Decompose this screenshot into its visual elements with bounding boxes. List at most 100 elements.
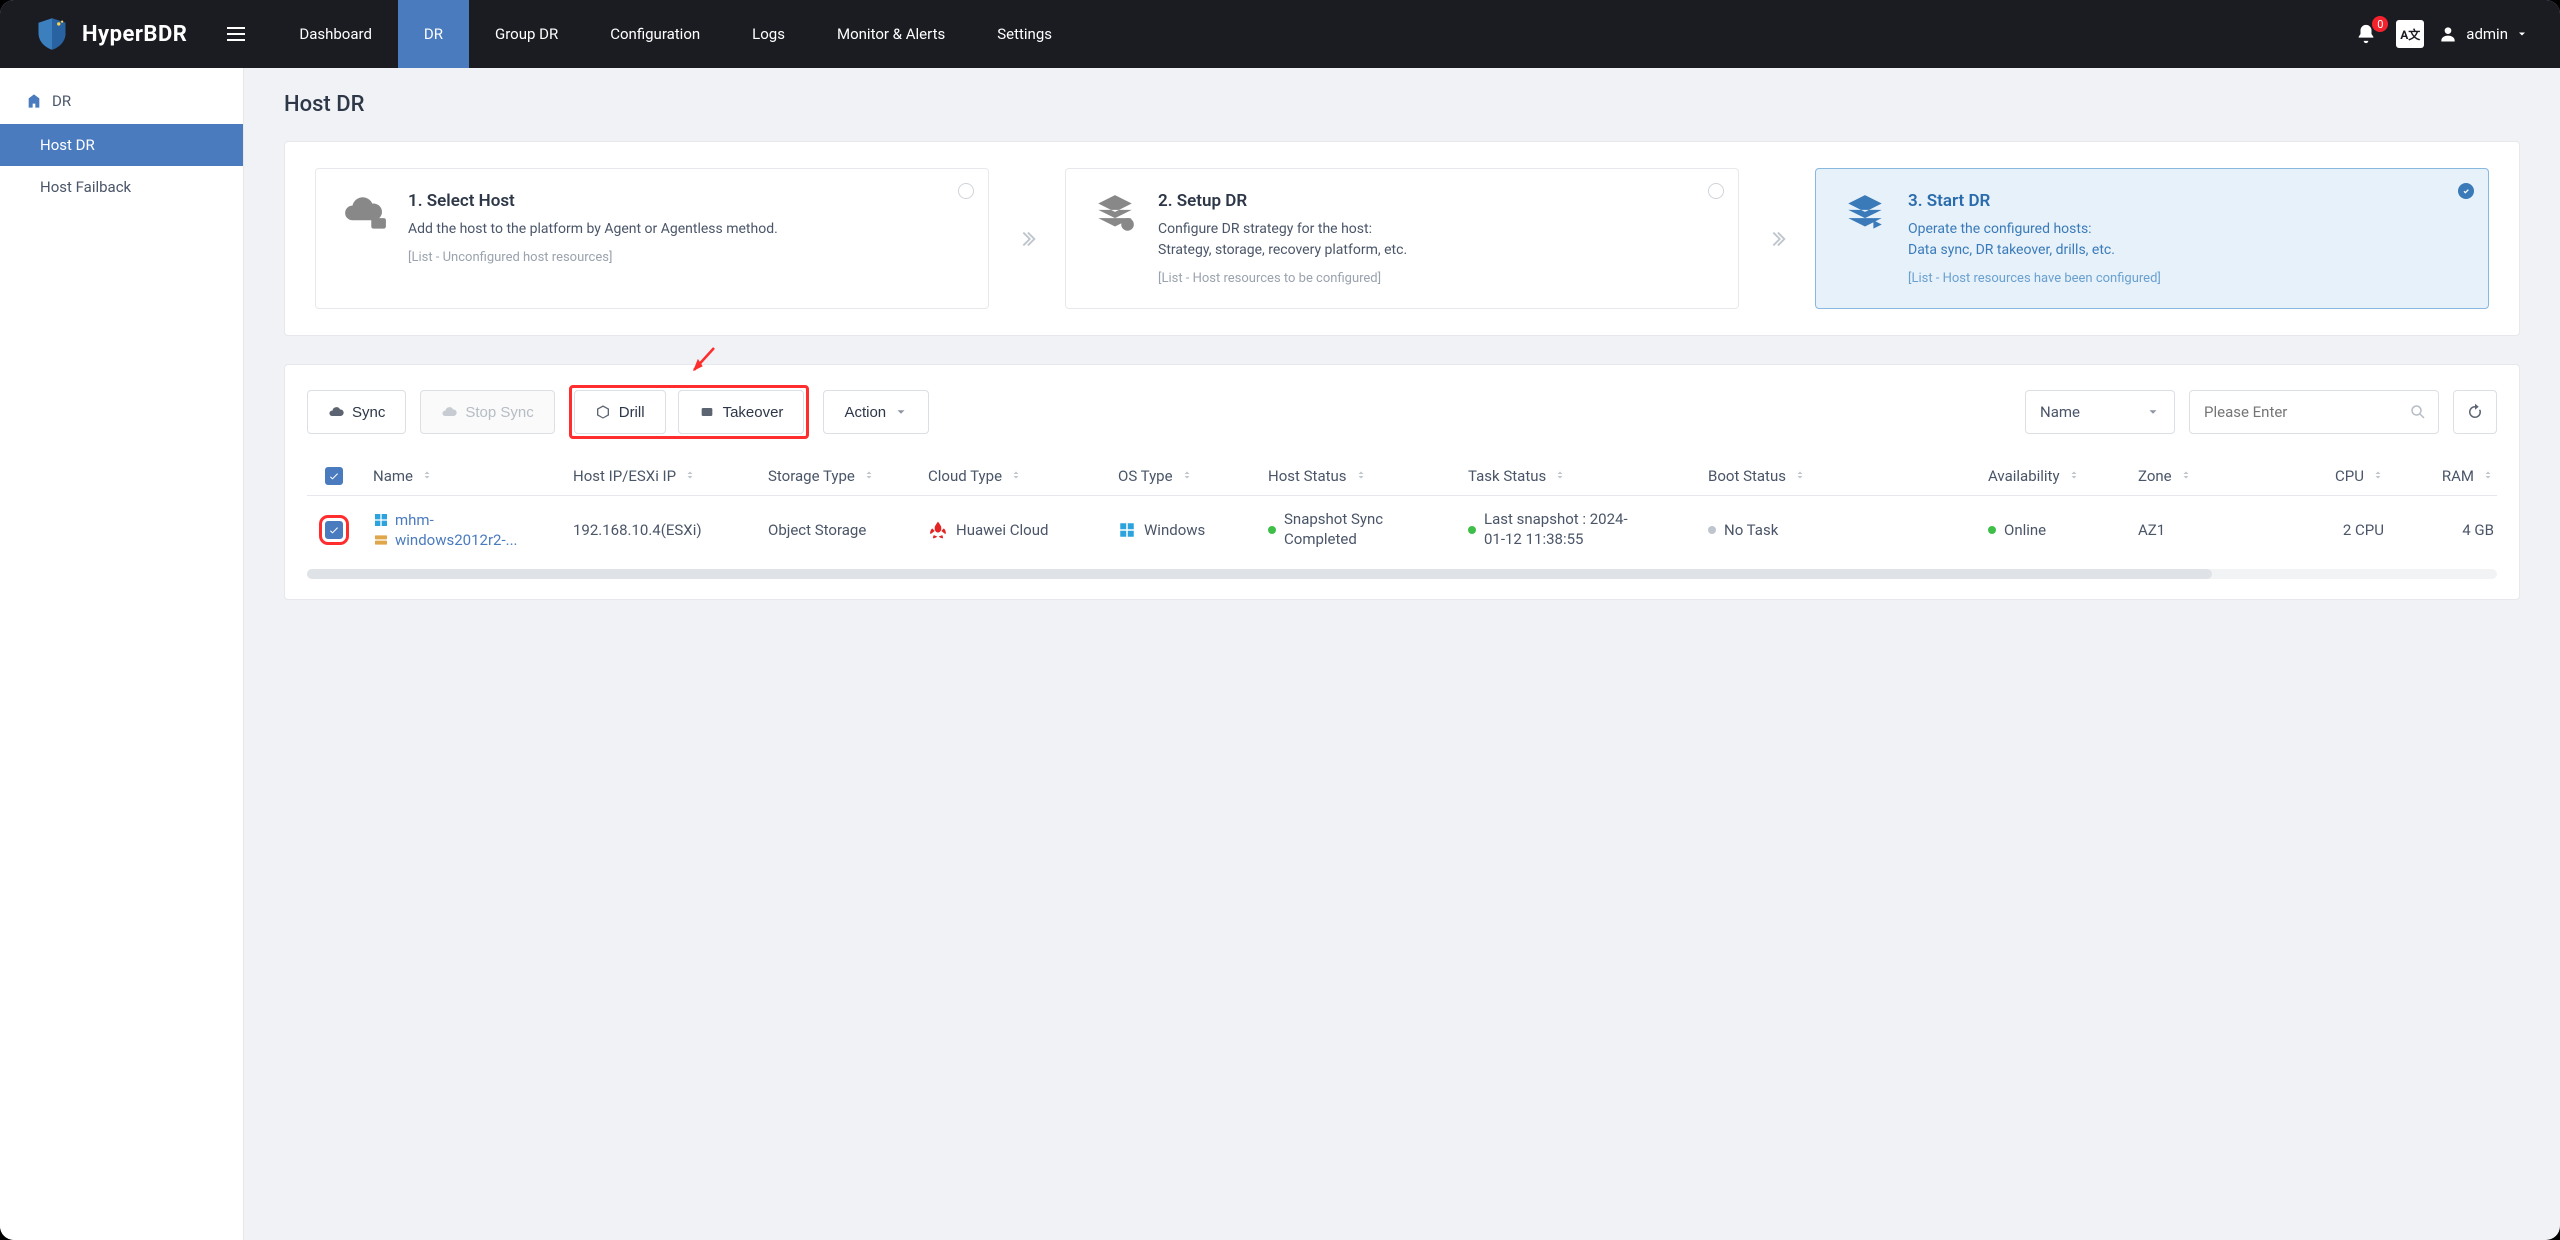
server-small-icon (373, 532, 389, 548)
user-avatar-icon (2438, 24, 2458, 44)
refresh-icon (2466, 403, 2484, 421)
caret-down-icon (2516, 28, 2528, 40)
step-arrow-icon (1761, 168, 1793, 309)
table-card: Sync Stop Sync (284, 364, 2520, 600)
status-dot-icon (1708, 526, 1716, 534)
step-status-icon (1708, 183, 1724, 199)
step-status-icon (958, 183, 974, 199)
nav-item-monitor-alerts[interactable]: Monitor & Alerts (811, 0, 971, 68)
sidebar-group: DR (0, 78, 243, 124)
chevron-down-icon (894, 405, 908, 419)
cell-cloud-type: Huawei Cloud (916, 520, 1106, 540)
user-name: admin (2466, 25, 2508, 43)
sync-button[interactable]: Sync (307, 390, 406, 434)
step-title: 1. Select Host (408, 191, 962, 211)
cloud-off-icon (441, 404, 457, 420)
nav-item-settings[interactable]: Settings (971, 0, 1078, 68)
cell-os-type: Windows (1106, 521, 1256, 539)
nav-items: DashboardDRGroup DRConfigurationLogsMoni… (273, 0, 1078, 68)
status-dot-icon (1988, 526, 1996, 534)
windows-small-icon (373, 512, 389, 528)
cell-task-status: Last snapshot : 2024-01-12 11:38:55 (1456, 510, 1696, 549)
cell-zone: AZ1 (2126, 521, 2286, 539)
th-availability[interactable]: Availability (1988, 467, 2060, 485)
scrollbar-thumb[interactable] (307, 569, 2212, 579)
horizontal-scrollbar[interactable] (307, 569, 2497, 579)
nav-item-dashboard[interactable]: Dashboard (273, 0, 398, 68)
table-row: mhm- windows2012r2-... 192.168.10.4(ESXi… (307, 496, 2497, 563)
row-checkbox[interactable] (325, 521, 343, 539)
cube-icon (595, 404, 611, 420)
cell-storage-type: Object Storage (756, 521, 916, 539)
cloud-icon (328, 404, 344, 420)
host-name-link[interactable]: mhm- windows2012r2-... (373, 511, 549, 549)
th-host-ip[interactable]: Host IP/ESXi IP (573, 467, 676, 485)
th-storage-type[interactable]: Storage Type (768, 467, 855, 485)
step-list-hint: [List - Unconfigured host resources] (408, 250, 962, 265)
drill-button[interactable]: Drill (574, 390, 666, 434)
nav-item-configuration[interactable]: Configuration (584, 0, 726, 68)
cell-host-status: Snapshot SyncCompleted (1256, 510, 1456, 549)
th-host-status[interactable]: Host Status (1268, 467, 1347, 485)
th-boot-status[interactable]: Boot Status (1708, 467, 1786, 485)
step-title: 3. Start DR (1908, 191, 2462, 211)
step-desc: Configure DR strategy for the host:Strat… (1158, 219, 1712, 261)
cell-availability: Online (1976, 521, 2126, 539)
step-3[interactable]: 3. Start DR Operate the configured hosts… (1815, 168, 2489, 309)
notification-count: 0 (2372, 16, 2388, 32)
building-icon (26, 93, 42, 109)
sidebar-group-label: DR (52, 92, 71, 110)
brand-name: HyperBDR (82, 22, 187, 47)
brand-shield-icon (34, 16, 70, 52)
step-icon (342, 191, 388, 237)
menu-toggle-icon[interactable] (213, 0, 259, 68)
th-os-type[interactable]: OS Type (1118, 467, 1173, 485)
th-task-status[interactable]: Task Status (1468, 467, 1546, 485)
top-nav: HyperBDR DashboardDRGroup DRConfiguratio… (0, 0, 2560, 68)
takeover-icon (699, 404, 715, 420)
th-zone[interactable]: Zone (2138, 467, 2172, 485)
steps-card: 1. Select Host Add the host to the platf… (284, 141, 2520, 336)
step-desc: Operate the configured hosts:Data sync, … (1908, 219, 2462, 261)
nav-item-group-dr[interactable]: Group DR (469, 0, 584, 68)
th-cloud-type[interactable]: Cloud Type (928, 467, 1002, 485)
stop-sync-button: Stop Sync (420, 390, 554, 434)
select-all-checkbox[interactable] (325, 467, 343, 485)
nav-item-logs[interactable]: Logs (726, 0, 811, 68)
th-cpu[interactable]: CPU (2335, 467, 2364, 485)
status-dot-icon (1468, 526, 1476, 534)
nav-item-dr[interactable]: DR (398, 0, 469, 68)
drill-takeover-highlight: Drill Takeover (569, 385, 810, 439)
step-icon (1842, 191, 1888, 237)
cell-host-ip: 192.168.10.4(ESXi) (561, 521, 756, 539)
language-toggle[interactable]: A文 (2396, 20, 2424, 48)
th-ram[interactable]: RAM (2442, 467, 2474, 485)
step-1[interactable]: 1. Select Host Add the host to the platf… (315, 168, 989, 309)
search-icon (2409, 403, 2427, 421)
step-list-hint: [List - Host resources to be configured] (1158, 271, 1712, 286)
step-icon (1092, 191, 1138, 237)
huawei-icon (928, 520, 948, 540)
step-status-icon (2458, 183, 2474, 199)
windows-icon (1118, 521, 1136, 539)
action-dropdown[interactable]: Action (823, 390, 929, 434)
sidebar-item-host-dr[interactable]: Host DR (0, 124, 243, 166)
main-content: Host DR 1. Select Host Add the host to t… (244, 68, 2560, 1240)
takeover-button[interactable]: Takeover (678, 390, 805, 434)
cell-boot-status: No Task (1696, 521, 1976, 539)
step-2[interactable]: 2. Setup DR Configure DR strategy for th… (1065, 168, 1739, 309)
user-menu[interactable]: admin (2438, 24, 2528, 44)
notification-bell-icon[interactable]: 0 (2350, 18, 2382, 50)
step-title: 2. Setup DR (1158, 191, 1712, 211)
status-dot-icon (1268, 526, 1276, 534)
search-input[interactable] (2189, 390, 2439, 434)
search-type-select[interactable]: Name (2025, 390, 2175, 434)
refresh-button[interactable] (2453, 390, 2497, 434)
step-list-hint: [List - Host resources have been configu… (1908, 271, 2462, 286)
cell-ram: 4 GB (2396, 521, 2497, 539)
sidebar-item-host-failback[interactable]: Host Failback (0, 166, 243, 208)
brand: HyperBDR (0, 0, 213, 68)
toolbar: Sync Stop Sync (307, 385, 2497, 439)
th-name[interactable]: Name (373, 467, 413, 485)
step-desc: Add the host to the platform by Agent or… (408, 219, 962, 240)
